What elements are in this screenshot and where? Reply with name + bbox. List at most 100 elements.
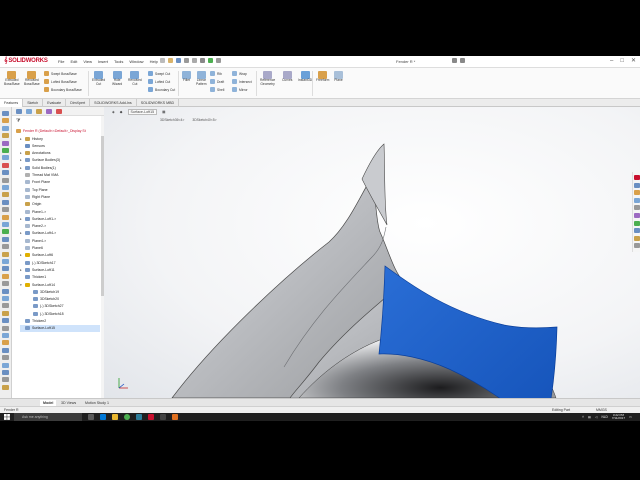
search-icon[interactable]: [460, 58, 465, 63]
model-view[interactable]: [104, 107, 640, 398]
freeform-button[interactable]: Freeform: [316, 71, 329, 83]
tree-item[interactable]: Plane6: [20, 245, 43, 252]
boundary-boss-base-button[interactable]: Boundary Boss/Base: [44, 87, 82, 92]
tool-strip-icon[interactable]: [2, 125, 9, 131]
task-pane-icon[interactable]: [634, 243, 640, 249]
revolved-cut-button[interactable]: Revolved Cut: [128, 71, 142, 86]
task-pane-icon[interactable]: [634, 228, 640, 234]
tool-strip-icon[interactable]: [2, 111, 9, 116]
tool-strip-icon[interactable]: [2, 259, 9, 264]
breadcrumb-expand-icon[interactable]: ▦: [162, 110, 165, 114]
tab-solidworks-add-ins[interactable]: SOLIDWORKS Add-Ins: [90, 99, 137, 107]
tree-item[interactable]: (-) 3DSketch17: [20, 259, 56, 266]
extruded-boss-base-button[interactable]: Extruded Boss/Base: [4, 71, 20, 86]
graphics-area[interactable]: ◈ ◆ Surface-Loft15 ▦ 3DSketch36<4> 3DSke…: [104, 107, 640, 398]
tool-strip-icon[interactable]: [2, 281, 9, 287]
solidworks-logo[interactable]: 𝄞SOLIDWORKS: [4, 58, 48, 65]
tool-strip-icon[interactable]: [2, 296, 9, 301]
tool-strip-icon[interactable]: [2, 177, 9, 183]
tool-strip-icon[interactable]: [2, 170, 9, 176]
swept-boss-base-button[interactable]: Swept Boss/Base: [44, 71, 77, 76]
tool-strip-icon[interactable]: [2, 118, 9, 124]
reference-geometry-button[interactable]: Reference Geometry: [260, 71, 275, 86]
tree-item[interactable]: Plane2->: [20, 223, 46, 230]
help-icon[interactable]: [452, 58, 457, 63]
task-pane-icon[interactable]: [634, 205, 640, 211]
select-icon[interactable]: [200, 58, 205, 63]
tool-strip-icon[interactable]: [2, 133, 9, 139]
tool-strip-icon[interactable]: [2, 347, 9, 353]
menu-edit[interactable]: Edit: [70, 59, 77, 64]
tree-expand-icon[interactable]: ▾: [20, 283, 23, 287]
tree-item[interactable]: ▸ Surface-Loft11: [20, 266, 55, 273]
tree-item[interactable]: Plane1->: [20, 208, 46, 215]
tab-sketch[interactable]: Sketch: [23, 99, 44, 107]
configuration-manager-tab-icon[interactable]: [36, 109, 42, 114]
tool-strip-icon[interactable]: [2, 355, 9, 361]
tree-item[interactable]: Origin: [20, 201, 41, 208]
lofted-cut-button[interactable]: Lofted Cut: [148, 79, 170, 84]
tool-strip-icon[interactable]: [2, 229, 9, 235]
tool-strip-icon[interactable]: [2, 333, 9, 338]
windows-start-icon[interactable]: [4, 414, 10, 420]
tab-features[interactable]: Features: [0, 99, 24, 107]
tree-expand-icon[interactable]: ▸: [20, 268, 23, 272]
task-pane-icon[interactable]: [634, 190, 640, 196]
status-units[interactable]: MMGS: [596, 408, 607, 412]
tree-item[interactable]: Thread Mat VMA: [20, 172, 58, 179]
hole-wizard-button[interactable]: Hole Wizard: [112, 71, 122, 86]
task-pane-icon[interactable]: [634, 235, 640, 241]
breadcrumb-sketch-2[interactable]: 3DSketch40<5>: [192, 118, 216, 122]
tool-strip-icon[interactable]: [2, 318, 9, 324]
fillet-button[interactable]: Fillet: [182, 71, 191, 83]
chrome-icon[interactable]: [124, 414, 130, 420]
tree-item[interactable]: ▸ Annotations: [20, 150, 51, 157]
tree-expand-icon[interactable]: ▸: [20, 158, 23, 162]
rebuild-icon[interactable]: [208, 58, 213, 63]
tool-strip-icon[interactable]: [2, 192, 9, 198]
maximize-button[interactable]: □: [620, 57, 624, 65]
solidworks-taskbar-icon[interactable]: [148, 414, 154, 420]
tool-strip-icon[interactable]: [2, 251, 9, 257]
tool-strip-icon[interactable]: [2, 362, 9, 368]
tree-item[interactable]: ▾ Surface-Loft14: [20, 281, 55, 288]
tree-expand-icon[interactable]: ▸: [20, 217, 23, 221]
rib-button[interactable]: Rib: [210, 71, 222, 76]
boundary-cut-button[interactable]: Boundary Cut: [148, 87, 175, 92]
file-explorer-icon[interactable]: [112, 414, 118, 420]
tree-item[interactable]: Front Plane: [20, 179, 50, 186]
language-indicator[interactable]: NLD: [601, 415, 607, 419]
tool-strip-icon[interactable]: [2, 162, 9, 168]
undo-icon[interactable]: [192, 58, 197, 63]
tree-item[interactable]: Right Plane: [20, 193, 50, 200]
tool-strip-icon[interactable]: [2, 185, 9, 190]
plane-button[interactable]: Plane: [334, 71, 343, 83]
tree-item[interactable]: (-) 3DSketch27: [28, 303, 64, 310]
tree-expand-icon[interactable]: ▸: [20, 151, 23, 155]
extruded-cut-button[interactable]: Extruded Cut: [92, 71, 105, 86]
home-icon[interactable]: ◈: [112, 110, 115, 114]
taskbar-search[interactable]: Ask me anything: [14, 413, 82, 421]
print-icon[interactable]: [184, 58, 189, 63]
breadcrumb-feature[interactable]: Surface-Loft15: [127, 109, 158, 115]
tree-item[interactable]: Plane4->: [20, 237, 46, 244]
close-button[interactable]: ✕: [631, 57, 636, 65]
tree-root-part[interactable]: Fender R (Default<<Default>_Display St: [16, 127, 86, 134]
intersect-button[interactable]: Intersect: [232, 79, 252, 84]
tool-strip-icon[interactable]: [2, 273, 9, 279]
mirror-button[interactable]: Mirror: [232, 87, 248, 92]
tab-solidworks-mbd[interactable]: SOLIDWORKS MBD: [137, 99, 180, 107]
tree-expand-icon[interactable]: ▸: [20, 231, 23, 235]
tool-strip-icon[interactable]: [2, 140, 9, 146]
tool-strip-icon[interactable]: [2, 155, 9, 161]
network-icon[interactable]: ▤: [588, 415, 591, 419]
breadcrumb-sketch-1[interactable]: 3DSketch36<4>: [160, 118, 184, 122]
wrap-button[interactable]: Wrap: [232, 71, 247, 76]
part-breadcrumb-icon[interactable]: ◆: [120, 110, 123, 114]
save-icon[interactable]: [176, 58, 181, 63]
tool-strip-icon[interactable]: [2, 377, 9, 383]
shell-button[interactable]: Shell: [210, 87, 224, 92]
edge-icon[interactable]: [100, 414, 106, 420]
instant3d-button[interactable]: Instant3D: [298, 71, 312, 83]
tab-dimxpert[interactable]: DimXpert: [66, 99, 91, 107]
